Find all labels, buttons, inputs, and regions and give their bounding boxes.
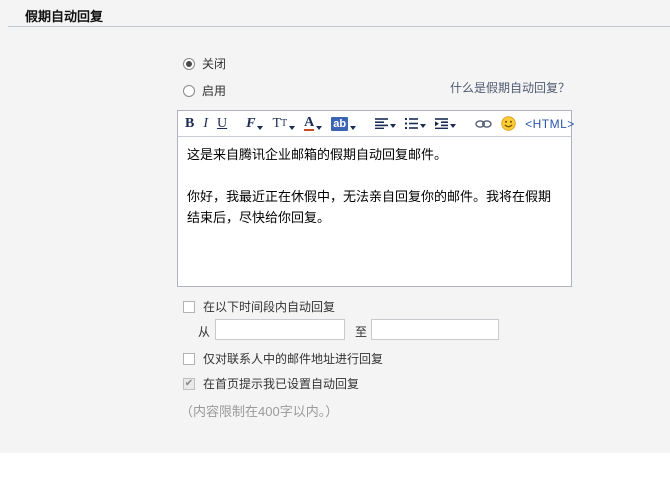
option-off[interactable]: 关闭 [183, 55, 226, 72]
emoticon-button[interactable] [501, 116, 516, 131]
radio-dot-icon [186, 61, 192, 67]
indent-icon [435, 118, 448, 129]
editor-paragraph: 这是来自腾讯企业邮箱的假期自动回复邮件。 [187, 144, 562, 165]
homepage-notice-checkbox[interactable]: ✔ [183, 378, 195, 390]
from-label: 从 [198, 323, 210, 340]
chevron-down-icon [289, 126, 295, 130]
font-color-icon: A [304, 117, 314, 131]
underline-button[interactable]: U [217, 117, 227, 131]
highlight-icon: ab [331, 117, 348, 131]
chevron-down-icon [350, 126, 356, 130]
schedule-checkbox-row[interactable]: ✔ 在以下时间段内自动回复 [183, 298, 335, 315]
from-date-input[interactable] [215, 319, 345, 340]
to-label: 至 [355, 323, 367, 340]
highlight-button[interactable]: ab [331, 117, 356, 131]
editor-toolbar: B I U F TT A ab [178, 111, 571, 137]
rich-text-editor: B I U F TT A ab [177, 110, 572, 287]
align-button[interactable] [375, 118, 396, 129]
bullet-list-icon [405, 118, 418, 129]
homepage-notice-label: 在首页提示我已设置自动回复 [203, 375, 359, 392]
content-limit-note: （内容限制在400字以内。） [180, 401, 338, 420]
option-on[interactable]: 启用 [183, 82, 226, 99]
to-date-input[interactable] [371, 319, 499, 340]
smiley-icon [501, 116, 516, 131]
chevron-down-icon [420, 124, 426, 128]
radio-on-button[interactable] [183, 85, 195, 97]
option-off-label: 关闭 [202, 55, 226, 72]
list-button[interactable] [405, 118, 426, 129]
header-divider [8, 26, 670, 27]
chevron-down-icon [316, 126, 322, 130]
reply-message-textarea[interactable]: 这是来自腾讯企业邮箱的假期自动回复邮件。 你好，我最近正在休假中，无法亲自回复你… [178, 137, 571, 286]
page-title: 假期自动回复 [25, 6, 103, 25]
font-size-icon: T [272, 117, 281, 131]
italic-icon: I [203, 117, 208, 131]
indent-button[interactable] [435, 118, 456, 129]
option-on-label: 启用 [202, 82, 226, 99]
editor-blank-line [187, 165, 562, 186]
checkmark-icon: ✔ [185, 379, 193, 389]
html-tag-label: <HTML> [525, 117, 575, 131]
font-family-button[interactable]: F [246, 117, 263, 131]
font-family-icon: F [246, 117, 255, 131]
schedule-checkbox[interactable]: ✔ [183, 301, 195, 313]
homepage-notice-checkbox-row[interactable]: ✔ 在首页提示我已设置自动回复 [183, 375, 359, 392]
chevron-down-icon [450, 124, 456, 128]
contacts-only-checkbox-row[interactable]: ✔ 仅对联系人中的邮件地址进行回复 [183, 350, 383, 367]
holiday-auto-reply-panel: 假期自动回复 关闭 启用 什么是假期自动回复？ B I U F TT A ab [0, 0, 670, 453]
underline-icon: U [217, 117, 227, 131]
font-size-button[interactable]: TT [272, 117, 295, 131]
align-left-icon [375, 118, 388, 129]
insert-link-button[interactable] [475, 119, 492, 129]
schedule-checkbox-label: 在以下时间段内自动回复 [203, 298, 335, 315]
contacts-only-checkbox[interactable]: ✔ [183, 353, 195, 365]
bold-button[interactable]: B [185, 117, 194, 131]
bold-icon: B [185, 117, 194, 131]
link-icon [475, 119, 492, 129]
font-color-button[interactable]: A [304, 117, 322, 131]
chevron-down-icon [257, 126, 263, 130]
what-is-auto-reply-link[interactable]: 什么是假期自动回复？ [450, 79, 570, 96]
editor-paragraph: 你好，我最近正在休假中，无法亲自回复你的邮件。我将在假期结束后，尽快给你回复。 [187, 186, 562, 228]
contacts-only-label: 仅对联系人中的邮件地址进行回复 [203, 350, 383, 367]
radio-off-button[interactable] [183, 58, 195, 70]
chevron-down-icon [390, 124, 396, 128]
html-source-button[interactable]: <HTML> [525, 117, 575, 131]
italic-button[interactable]: I [203, 117, 208, 131]
